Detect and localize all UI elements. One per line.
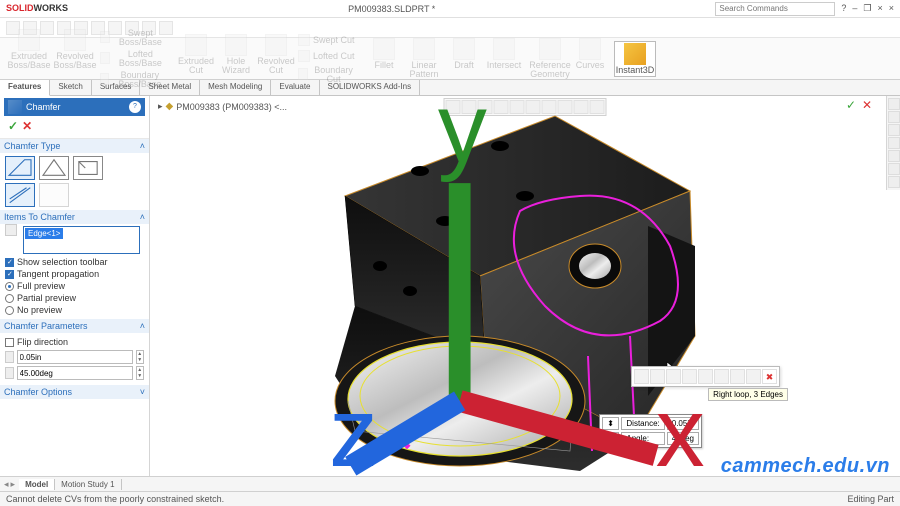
svg-text:y: y — [438, 96, 487, 182]
status-message: Cannot delete CVs from the poorly constr… — [6, 494, 224, 504]
tangent-propagation-check[interactable]: Tangent propagation — [5, 268, 144, 280]
lofted-cut-button[interactable]: Lofted Cut — [297, 49, 357, 64]
no-preview-radio[interactable]: No preview — [5, 304, 144, 316]
chevron-up-icon: ˄ — [140, 321, 145, 331]
chamfer-type-vertex[interactable] — [73, 156, 103, 180]
svg-text:x: x — [656, 377, 705, 487]
lofted-boss-button[interactable]: Lofted Boss/Base — [99, 49, 169, 69]
boundary-cut-button[interactable]: Boundary Cut — [297, 65, 357, 85]
full-preview-radio[interactable]: Full preview — [5, 280, 144, 292]
edge-selection-icon — [5, 224, 17, 236]
chamfer-type-offset-face[interactable] — [5, 183, 35, 207]
boundary-boss-button[interactable]: Boundary Boss/Base — [99, 70, 169, 90]
revolved-boss-button[interactable]: Revolved Boss/Base — [53, 28, 97, 71]
watermark: cammech.edu.vn — [721, 455, 890, 478]
document-title: PM009383.SLDPRT * — [68, 4, 715, 14]
tab-model[interactable]: Model — [19, 479, 55, 490]
curves-button[interactable]: Curves — [571, 37, 609, 71]
fillet-button[interactable]: Fillet — [365, 37, 403, 71]
chamfer-type-face-face[interactable] — [39, 183, 69, 207]
angle-input[interactable] — [17, 366, 133, 380]
chamfer-type-angle-distance[interactable] — [5, 156, 35, 180]
status-mode: Editing Part — [847, 494, 894, 504]
draft-button[interactable]: Draft — [445, 37, 483, 71]
instant3d-button[interactable]: Instant3D — [614, 41, 656, 77]
intersect-button[interactable]: Intersect — [485, 37, 523, 71]
swept-cut-button[interactable]: Swept Cut — [297, 33, 357, 48]
svg-text:z: z — [329, 377, 378, 487]
feature-manager-panel: Chamfer ? ✓ ✕ Chamfer Type˄ Items To Cha… — [0, 96, 150, 488]
pm-help-icon[interactable]: ? — [129, 101, 141, 113]
title-bar: SOLIDWORKS PM009383.SLDPRT * ? – ❐ × × — [0, 0, 900, 18]
chamfer-icon — [8, 100, 22, 114]
flip-direction-check[interactable]: Flip direction — [5, 336, 144, 348]
linear-pattern-button[interactable]: Linear Pattern — [405, 37, 443, 80]
chevron-down-icon: ˅ — [140, 387, 145, 397]
angle-spinner[interactable]: ▲▼ — [136, 366, 145, 380]
revolved-cut-button[interactable]: Revolved Cut — [257, 33, 295, 76]
swept-boss-button[interactable]: Swept Boss/Base — [99, 28, 169, 48]
chevron-up-icon: ˄ — [140, 141, 145, 151]
help-icon[interactable]: ? — [841, 3, 846, 14]
section-chamfer-options[interactable]: Chamfer Options˅ — [0, 385, 149, 399]
maximize-icon[interactable]: ❐ — [863, 3, 871, 14]
section-chamfer-parameters[interactable]: Chamfer Parameters˄ — [0, 319, 149, 333]
selected-edge[interactable]: Edge<1> — [25, 228, 63, 239]
partial-preview-radio[interactable]: Partial preview — [5, 292, 144, 304]
3d-viewport[interactable]: ▸ ◆ PM009383 (PM009383) <... ✓ ✕ — [150, 96, 900, 488]
tab-motion-study[interactable]: Motion Study 1 — [55, 479, 121, 490]
search-commands-input[interactable] — [715, 2, 835, 16]
show-selection-toolbar-check[interactable]: Show selection toolbar — [5, 256, 144, 268]
extruded-cut-button[interactable]: Extruded Cut — [177, 33, 215, 76]
tab-scroll-right-icon[interactable]: ▸ — [11, 479, 16, 490]
section-chamfer-type[interactable]: Chamfer Type˄ — [0, 139, 149, 153]
app-close-icon[interactable]: × — [889, 3, 894, 14]
angle-icon — [5, 367, 14, 379]
logo-text-dark: WORKS — [34, 3, 69, 13]
property-manager-title: Chamfer ? — [4, 98, 145, 116]
pm-ok-button[interactable]: ✓ — [8, 119, 18, 133]
orientation-triad[interactable]: y x z — [150, 96, 900, 488]
logo-text-red: SOLID — [6, 3, 34, 13]
distance-spinner[interactable]: ▲▼ — [136, 350, 145, 364]
distance-icon — [5, 351, 14, 363]
motion-tabs: ◂▸ Model Motion Study 1 — [0, 476, 900, 491]
distance-input[interactable] — [17, 350, 133, 364]
chamfer-type-distance-distance[interactable] — [39, 156, 69, 180]
pm-title-text: Chamfer — [26, 102, 61, 112]
section-items-to-chamfer[interactable]: Items To Chamfer˄ — [0, 210, 149, 224]
chevron-up-icon: ˄ — [140, 212, 145, 222]
app-logo: SOLIDWORKS — [6, 3, 68, 14]
extruded-boss-button[interactable]: Extruded Boss/Base — [7, 28, 51, 71]
minimize-icon[interactable]: – — [852, 3, 857, 14]
tab-scroll-left-icon[interactable]: ◂ — [4, 479, 9, 490]
doc-close-icon[interactable]: × — [877, 3, 882, 14]
hole-wizard-button[interactable]: Hole Wizard — [217, 33, 255, 76]
reference-geometry-button[interactable]: Reference Geometry — [531, 37, 569, 80]
selection-list[interactable]: Edge<1> — [23, 226, 140, 254]
pm-cancel-button[interactable]: ✕ — [22, 119, 32, 133]
status-bar: Cannot delete CVs from the poorly constr… — [0, 491, 900, 506]
ribbon: Extruded Boss/Base Revolved Boss/Base Sw… — [0, 38, 900, 80]
